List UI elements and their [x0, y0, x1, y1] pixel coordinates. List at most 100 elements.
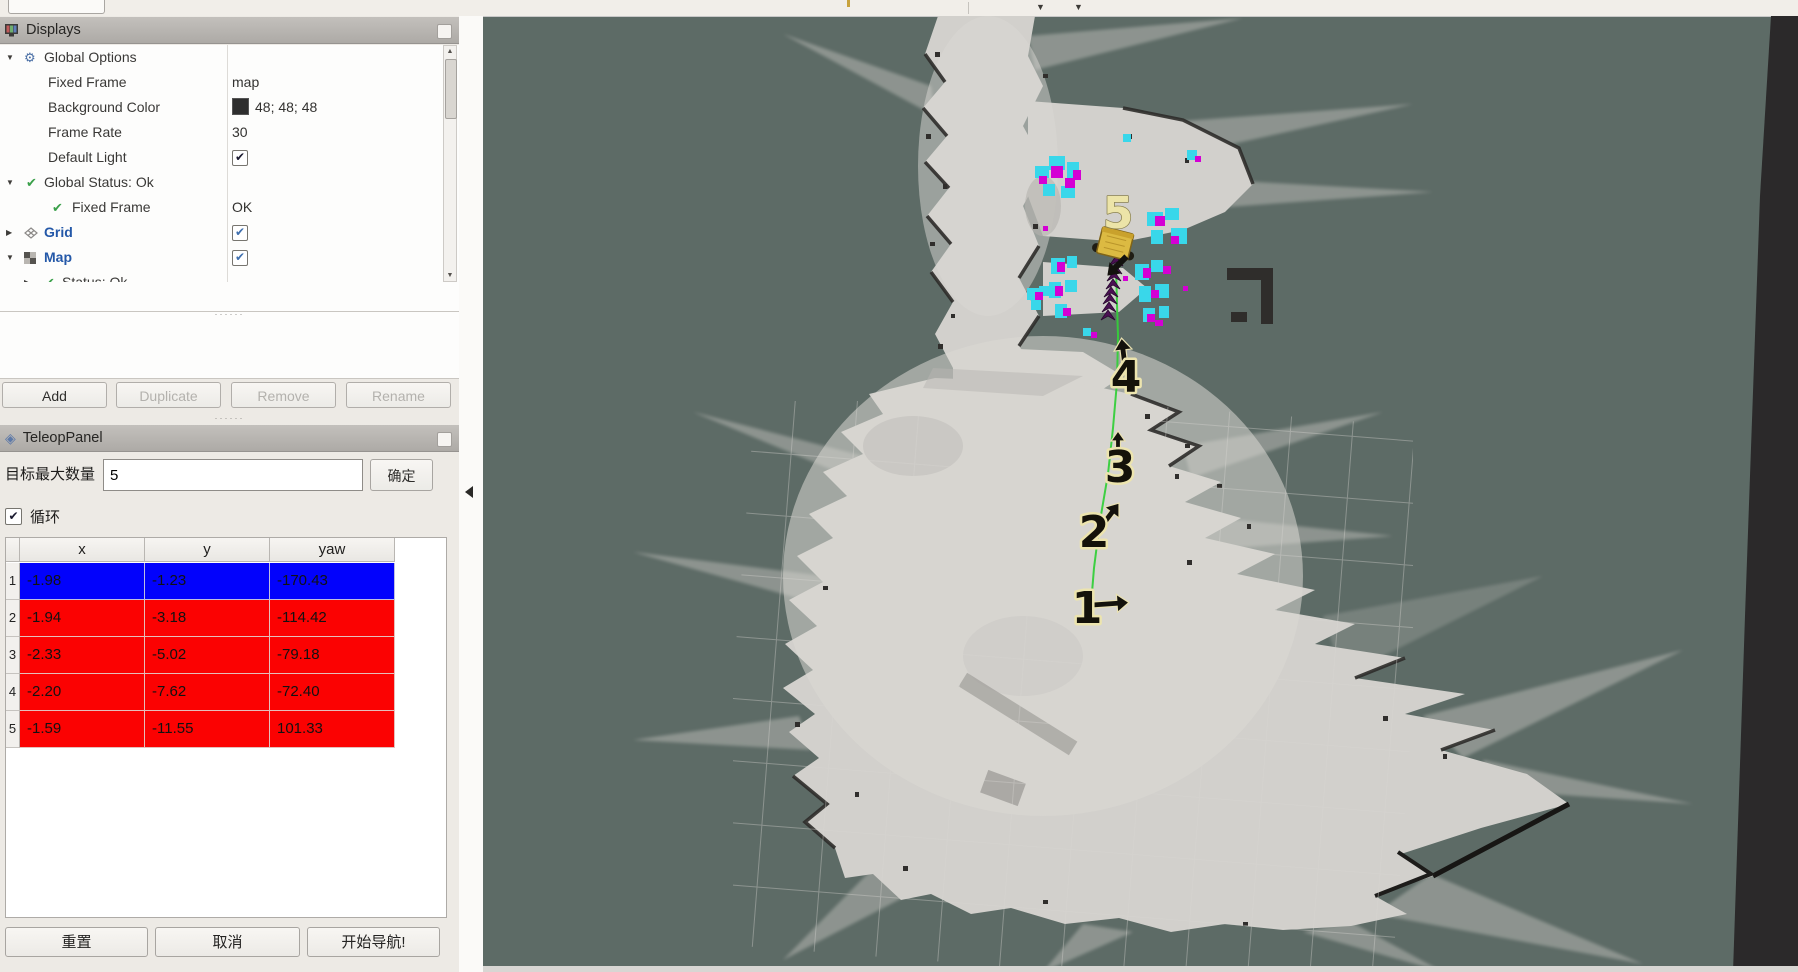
- cell-x[interactable]: -1.59: [20, 711, 145, 748]
- color-swatch: [232, 98, 249, 115]
- row-number[interactable]: 2: [6, 600, 20, 637]
- collapse-icon[interactable]: ▼: [6, 170, 18, 195]
- row-label: Global Options: [44, 45, 137, 70]
- tree-row-background-color[interactable]: Background Color 48; 48; 48: [0, 95, 443, 120]
- header-yaw[interactable]: yaw: [270, 538, 395, 562]
- collapse-icon[interactable]: ▼: [6, 45, 18, 70]
- row-label: Global Status: Ok: [44, 170, 154, 195]
- collapse-panel-arrow-icon[interactable]: [465, 486, 473, 498]
- tree-row-frame-rate[interactable]: Frame Rate 30: [0, 120, 443, 145]
- row-value[interactable]: map: [232, 70, 259, 95]
- map-enable-checkbox[interactable]: ✔: [232, 250, 248, 266]
- teleop-panel-title: TeleopPanel: [23, 430, 103, 446]
- displays-panel-title: Displays: [26, 22, 81, 38]
- tree-row-map-status-clipped[interactable]: ▶ ✔ Status: Ok: [0, 270, 443, 282]
- cell-y[interactable]: -11.55: [145, 711, 270, 748]
- toolbar-button-partial[interactable]: [8, 0, 105, 14]
- row-value[interactable]: 30: [232, 120, 248, 145]
- waypoint-label-4: 4: [1111, 352, 1142, 403]
- row-value[interactable]: 48; 48; 48: [232, 95, 317, 120]
- displays-float-button[interactable]: [437, 24, 452, 39]
- collapse-icon[interactable]: ▼: [6, 245, 18, 270]
- status-ok-check-icon: ✔: [52, 195, 63, 220]
- grid-display-icon: [24, 220, 38, 245]
- cell-x[interactable]: -2.20: [20, 674, 145, 711]
- loop-row: ✔ 循环: [5, 506, 60, 526]
- tree-row-global-options[interactable]: ▼ ⚙ Global Options: [0, 45, 443, 70]
- row-value: ✔: [232, 220, 248, 245]
- teleop-panel-icon: ◈: [5, 430, 16, 447]
- row-number[interactable]: 5: [6, 711, 20, 748]
- 3d-viewport[interactable]: 1 2 3 4 5: [483, 16, 1798, 972]
- cancel-button[interactable]: 取消: [155, 927, 300, 957]
- remove-button: Remove: [231, 382, 336, 408]
- add-button[interactable]: Add: [2, 382, 107, 408]
- cell-x[interactable]: -2.33: [20, 637, 145, 674]
- panel-viewport-splitter[interactable]: [459, 16, 483, 972]
- scrollbar-thumb[interactable]: [445, 59, 457, 119]
- waypoint-label-2: 2: [1079, 507, 1110, 558]
- gear-icon: ⚙: [24, 45, 36, 70]
- grid-enable-checkbox[interactable]: ✔: [232, 225, 248, 241]
- viewport-bottom-strip: [483, 966, 1798, 972]
- cell-y[interactable]: -7.62: [145, 674, 270, 711]
- expand-icon[interactable]: ▶: [24, 270, 36, 282]
- row-value: OK: [232, 195, 252, 220]
- tree-row-map[interactable]: ▼ Map ✔: [0, 245, 443, 270]
- duplicate-button: Duplicate: [116, 382, 221, 408]
- rename-button: Rename: [346, 382, 451, 408]
- row-label: Fixed Frame: [48, 70, 127, 95]
- corner-header: [6, 538, 20, 562]
- cell-y[interactable]: -3.18: [145, 600, 270, 637]
- cell-yaw[interactable]: -72.40: [270, 674, 395, 711]
- header-y[interactable]: y: [145, 538, 270, 562]
- scroll-up-icon[interactable]: ▲: [444, 46, 456, 58]
- row-label: Grid: [44, 220, 73, 245]
- toolbar-dropdown-caret-1[interactable]: ▼: [1036, 1, 1045, 13]
- cell-yaw[interactable]: -79.18: [270, 637, 395, 674]
- row-label: Background Color: [48, 95, 160, 120]
- tree-row-default-light[interactable]: Default Light ✔: [0, 145, 443, 170]
- toolbar-dropdown-caret-2[interactable]: ▼: [1074, 1, 1083, 13]
- confirm-button[interactable]: 确定: [370, 459, 433, 491]
- row-label: Status: Ok: [62, 270, 127, 282]
- start-navigation-button[interactable]: 开始导航!: [307, 927, 440, 957]
- toolbar-marker: [847, 0, 850, 7]
- row-number[interactable]: 1: [6, 563, 20, 600]
- teleop-float-button[interactable]: [437, 432, 452, 447]
- loop-checkbox[interactable]: ✔: [5, 508, 22, 525]
- panel-splitter-dots[interactable]: ······: [0, 415, 459, 421]
- rviz-window: { "displays": { "title": "Displays", "tr…: [0, 0, 1798, 972]
- cell-y[interactable]: -1.23: [145, 563, 270, 600]
- scroll-down-icon[interactable]: ▼: [444, 270, 456, 282]
- waypoint-label-1: 1: [1072, 583, 1103, 634]
- tree-row-grid[interactable]: ▶ Grid ✔: [0, 220, 443, 245]
- row-label: Map: [44, 245, 72, 270]
- cell-yaw[interactable]: 101.33: [270, 711, 395, 748]
- reset-button[interactable]: 重置: [5, 927, 148, 957]
- cell-yaw[interactable]: -170.43: [270, 563, 395, 600]
- row-number[interactable]: 4: [6, 674, 20, 711]
- cell-x[interactable]: -1.98: [20, 563, 145, 600]
- tree-scrollbar[interactable]: ▲ ▼: [443, 45, 457, 282]
- status-ok-check-icon: ✔: [26, 170, 37, 195]
- tree-row-fixed-frame-status[interactable]: ✔ Fixed Frame OK: [0, 195, 443, 220]
- goal-count-input[interactable]: [103, 459, 363, 491]
- displays-tree: ▼ ⚙ Global Options Fixed Frame map Backg…: [0, 45, 459, 379]
- top-toolbar: ▼ ▼: [0, 0, 1798, 17]
- cell-y[interactable]: -5.02: [145, 637, 270, 674]
- toolbar-separator: [968, 2, 969, 14]
- row-label: Fixed Frame: [72, 195, 151, 220]
- row-value: ✔: [232, 145, 248, 170]
- expand-icon[interactable]: ▶: [6, 220, 18, 245]
- default-light-checkbox[interactable]: ✔: [232, 150, 248, 166]
- tree-row-fixed-frame[interactable]: Fixed Frame map: [0, 70, 443, 95]
- loop-label: 循环: [30, 506, 60, 527]
- waypoint-table: x y yaw 1 -1.98 -1.23 -170.43 2 -1.94 -3…: [5, 537, 447, 918]
- cell-x[interactable]: -1.94: [20, 600, 145, 637]
- map-display-icon: [24, 245, 37, 270]
- cell-yaw[interactable]: -114.42: [270, 600, 395, 637]
- row-number[interactable]: 3: [6, 637, 20, 674]
- header-x[interactable]: x: [20, 538, 145, 562]
- tree-row-global-status[interactable]: ▼ ✔ Global Status: Ok: [0, 170, 443, 195]
